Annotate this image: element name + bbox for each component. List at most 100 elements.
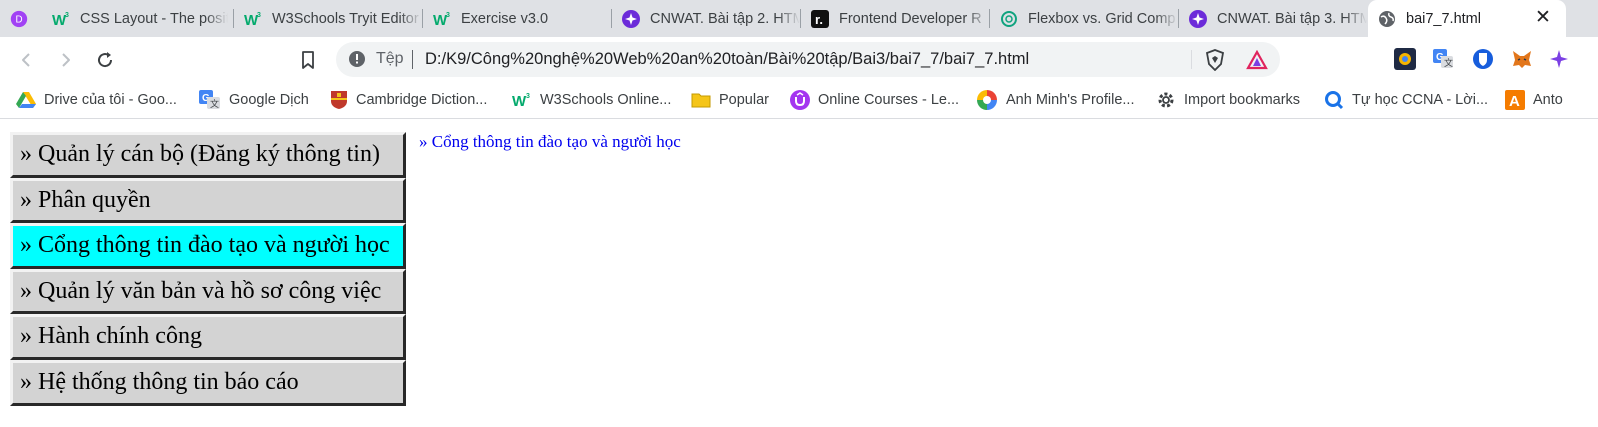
sparkle-icon <box>1189 9 1207 28</box>
google-translate-extension-icon[interactable]: G文 <box>1432 48 1454 70</box>
info-icon[interactable] <box>348 50 366 68</box>
metamask-extension-icon[interactable] <box>1511 48 1533 70</box>
chatgpt-icon <box>1000 10 1018 28</box>
udemy-icon <box>790 90 810 110</box>
bookmark-label: Anto <box>1533 92 1563 108</box>
tab-exercise[interactable]: W3 Exercise v3.0 <box>423 0 612 37</box>
menu-item-cong-thong-tin[interactable]: » Cổng thông tin đào tạo và người học <box>10 223 406 269</box>
reload-button[interactable] <box>92 47 118 73</box>
sparkle-icon <box>622 9 640 28</box>
google-drive-icon <box>16 92 36 108</box>
close-tab-icon[interactable]: ✕ <box>1534 8 1552 27</box>
brave-rewards-icon[interactable] <box>1246 49 1268 71</box>
bookmark-import[interactable]: Import bookmarks <box>1156 89 1300 111</box>
w3schools-icon: W3 <box>244 10 262 28</box>
bookmark-google-drive[interactable]: Drive của tôi - Goo... <box>16 89 177 111</box>
profile-tab[interactable]: D <box>0 0 42 37</box>
bookmark-anto[interactable]: A Anto <box>1505 89 1563 111</box>
swirl-icon <box>977 90 997 110</box>
google-translate-icon: G文 <box>199 90 220 109</box>
bookmark-label: Drive của tôi - Goo... <box>44 92 177 108</box>
cambridge-icon <box>331 91 347 109</box>
svg-text:3: 3 <box>446 12 450 19</box>
bookmark-label: Popular <box>719 92 769 108</box>
bookmark-w3schools[interactable]: W3 W3Schools Online... <box>512 89 671 111</box>
tab-title: bai7_7.html <box>1406 10 1481 27</box>
bookmark-udemy[interactable]: Online Courses - Le... <box>790 89 959 111</box>
menu-item-phan-quyen[interactable]: » Phân quyền <box>10 177 406 224</box>
menu-item-quan-ly-can-bo[interactable]: » Quản lý cán bộ (Đăng ký thông tin) <box>10 132 406 178</box>
bookmark-anh-minh[interactable]: Anh Minh's Profile... <box>976 89 1135 111</box>
brave-shield-icon[interactable] <box>1204 49 1226 71</box>
folder-icon <box>691 93 711 108</box>
gear-icon <box>1158 92 1174 108</box>
svg-text:W: W <box>512 93 527 109</box>
menu-item-hanh-chinh-cong[interactable]: » Hành chính công <box>10 314 406 360</box>
menu-item-he-thong-bao-cao[interactable]: » Hệ thống thông tin báo cáo <box>10 359 406 406</box>
extension-photo-icon[interactable] <box>1394 48 1416 70</box>
scheme-divider <box>412 50 413 69</box>
back-arrow-icon <box>22 53 30 67</box>
profile-avatar-icon[interactable]: D <box>10 10 28 28</box>
omnibox-divider <box>1191 50 1192 69</box>
address-bar[interactable]: Tệp D:/K9/Công%20nghệ%20Web%20an%20toàn/… <box>336 42 1280 77</box>
tab-title: Flexbox vs. Grid Comp <box>1028 10 1176 27</box>
reload-icon <box>98 52 113 68</box>
tab-title: Exercise v3.0 <box>461 10 549 27</box>
svg-text:D: D <box>15 14 22 25</box>
bookmark-google-translate[interactable]: G文 Google Dịch <box>199 89 309 111</box>
globe-icon <box>1378 10 1396 28</box>
ccna-icon <box>1325 91 1344 110</box>
forward-arrow-icon <box>62 53 70 67</box>
bookmark-label: Online Courses - Le... <box>818 92 960 108</box>
bookmark-label: W3Schools Online... <box>540 92 672 108</box>
bookmark-label: Cambridge Diction... <box>356 92 488 108</box>
svg-text:3: 3 <box>526 93 530 100</box>
bookmark-page-button[interactable] <box>295 47 321 73</box>
bookmark-ccna[interactable]: Tự học CCNA - Lời... <box>1324 89 1488 111</box>
tab-flexbox-grid[interactable]: Flexbox vs. Grid Comp <box>990 0 1179 37</box>
bookmark-label: Anh Minh's Profile... <box>1006 92 1135 108</box>
svg-text:A: A <box>1509 93 1520 110</box>
bookmark-label: Google Dịch <box>229 92 309 108</box>
svg-text:r.: r. <box>815 12 823 27</box>
svg-text:3: 3 <box>65 12 69 19</box>
svg-text:文: 文 <box>210 98 219 109</box>
content-heading: » Cổng thông tin đào tạo và người học <box>419 132 681 151</box>
tab-bai7-7[interactable]: bai7_7.html ✕ <box>1368 0 1566 37</box>
browser-tab-strip: D W3 CSS Layout - The posit W3 W3Schools… <box>0 0 1598 37</box>
anto-icon: A <box>1505 90 1525 110</box>
tab-tryit-editor[interactable]: W3 W3Schools Tryit Editor <box>234 0 423 37</box>
tab-title: CSS Layout - The posit <box>80 10 228 27</box>
svg-text:文: 文 <box>1444 57 1453 68</box>
browser-toolbar: Tệp D:/K9/Công%20nghệ%20Web%20an%20toàn/… <box>0 37 1598 82</box>
scheme-label: Tệp <box>376 50 404 67</box>
bookmark-label: Import bookmarks <box>1184 92 1301 108</box>
menu-item-quan-ly-van-ban[interactable]: » Quản lý văn bản và hồ sơ công việc <box>10 268 406 315</box>
bitwarden-extension-icon[interactable] <box>1472 48 1494 70</box>
back-button[interactable] <box>14 47 40 73</box>
tab-title: Frontend Developer R <box>839 10 982 27</box>
tab-cnwat-2[interactable]: CNWAT. Bài tập 2. HTM <box>612 0 801 37</box>
tab-title: CNWAT. Bài tập 2. HTM <box>650 10 800 27</box>
sparkle-extension-icon[interactable] <box>1548 48 1570 70</box>
w3schools-icon: W3 <box>512 93 530 109</box>
side-menu: » Quản lý cán bộ (Đăng ký thông tin) » P… <box>10 132 406 406</box>
svg-text:3: 3 <box>257 12 261 19</box>
tab-cnwat-3[interactable]: CNWAT. Bài tập 3. HTM <box>1179 0 1368 37</box>
bookmarks-bar: Drive của tôi - Goo... G文 Google Dịch Ca… <box>0 82 1598 119</box>
forward-button[interactable] <box>52 47 78 73</box>
bookmark-icon <box>302 51 314 69</box>
url-text[interactable]: D:/K9/Công%20nghệ%20Web%20an%20toàn/Bài%… <box>425 50 1029 69</box>
tab-frontend-roadmap[interactable]: r. Frontend Developer R <box>801 0 990 37</box>
bookmark-cambridge[interactable]: Cambridge Diction... <box>330 89 487 111</box>
tab-css-layout[interactable]: W3 CSS Layout - The posit <box>42 0 234 37</box>
page-viewport: » Quản lý cán bộ (Đăng ký thông tin) » P… <box>0 120 1598 427</box>
roadmap-icon: r. <box>811 9 829 28</box>
bookmark-label: Tự học CCNA - Lời... <box>1352 92 1489 108</box>
bookmark-folder-popular[interactable]: Popular <box>691 89 769 111</box>
tab-title: CNWAT. Bài tập 3. HTM <box>1217 10 1367 27</box>
tab-title: W3Schools Tryit Editor <box>272 10 419 27</box>
w3schools-icon: W3 <box>433 10 451 28</box>
w3schools-icon: W3 <box>52 10 70 28</box>
